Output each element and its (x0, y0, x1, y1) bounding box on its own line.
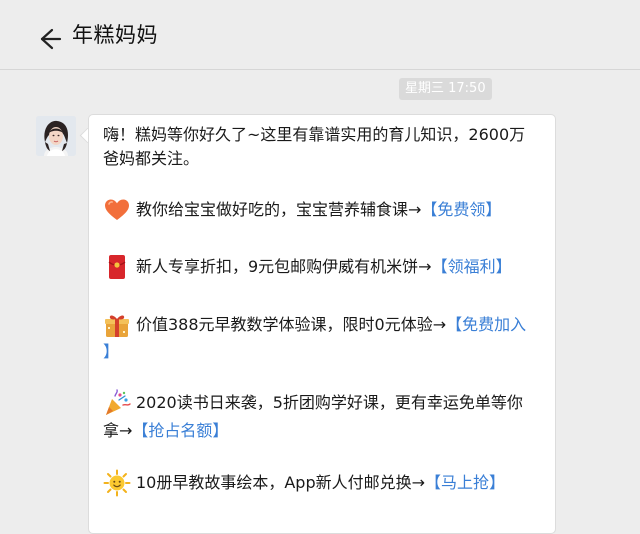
grab-spot-link[interactable]: 【抢占名额】 (132, 421, 228, 440)
free-claim-link[interactable]: 【免费领】 (421, 200, 501, 219)
intro-text-line-1: 嗨！糕妈等你好久了~这里有靠谱实用的育儿知识，2600万 (103, 125, 526, 144)
promo-item-4-text: 2020读书日来袭，5折团购学好课，更有幸运免单等你 (136, 393, 523, 412)
promo-item-3: 价值388元早教数学体验课，限时0元体验→【免费加入 (136, 313, 526, 337)
get-benefit-link[interactable]: 【领福利】 (432, 257, 512, 276)
promo-item-5: 10册早教故事绘本，App新人付邮兑换→【马上抢】 (136, 471, 505, 495)
message-timestamp: 星期三 17:50 (399, 78, 492, 100)
intro-text-line-2: 爸妈都关注。 (103, 149, 200, 168)
gift-icon (105, 315, 129, 337)
chat-header: 年糕妈妈 (0, 0, 640, 70)
heart-icon (105, 199, 129, 220)
promo-item-5-text: 10册早教故事绘本，App新人付邮兑换→ (136, 473, 426, 492)
free-join-link[interactable]: 【免费加入 (446, 315, 526, 334)
back-arrow-icon[interactable] (34, 25, 62, 53)
red-envelope-icon (108, 255, 126, 279)
promo-item-1: 教你给宝宝做好吃的，宝宝营养辅食课→【免费领】 (136, 198, 501, 222)
promo-item-3-cont: 】 (103, 340, 119, 364)
party-popper-icon (106, 389, 131, 415)
sun-icon (103, 469, 131, 497)
chat-title: 年糕妈妈 (72, 23, 158, 47)
promo-item-2: 新人专享折扣，9元包邮购伊威有机米饼→【领福利】 (136, 255, 512, 279)
free-join-link-close[interactable]: 】 (103, 342, 119, 361)
grab-now-link[interactable]: 【马上抢】 (425, 473, 505, 492)
sender-avatar[interactable] (36, 116, 76, 156)
promo-item-2-text: 新人专享折扣，9元包邮购伊威有机米饼→ (136, 257, 432, 276)
promo-item-4-cont: 拿→【抢占名额】 (103, 419, 228, 443)
promo-item-1-text: 教你给宝宝做好吃的，宝宝营养辅食课→ (136, 200, 422, 219)
promo-item-3-text: 价值388元早教数学体验课，限时0元体验→ (136, 315, 447, 334)
promo-item-4-text-cont: 拿→ (103, 421, 133, 440)
promo-item-4: 2020读书日来袭，5折团购学好课，更有幸运免单等你 (136, 391, 523, 415)
